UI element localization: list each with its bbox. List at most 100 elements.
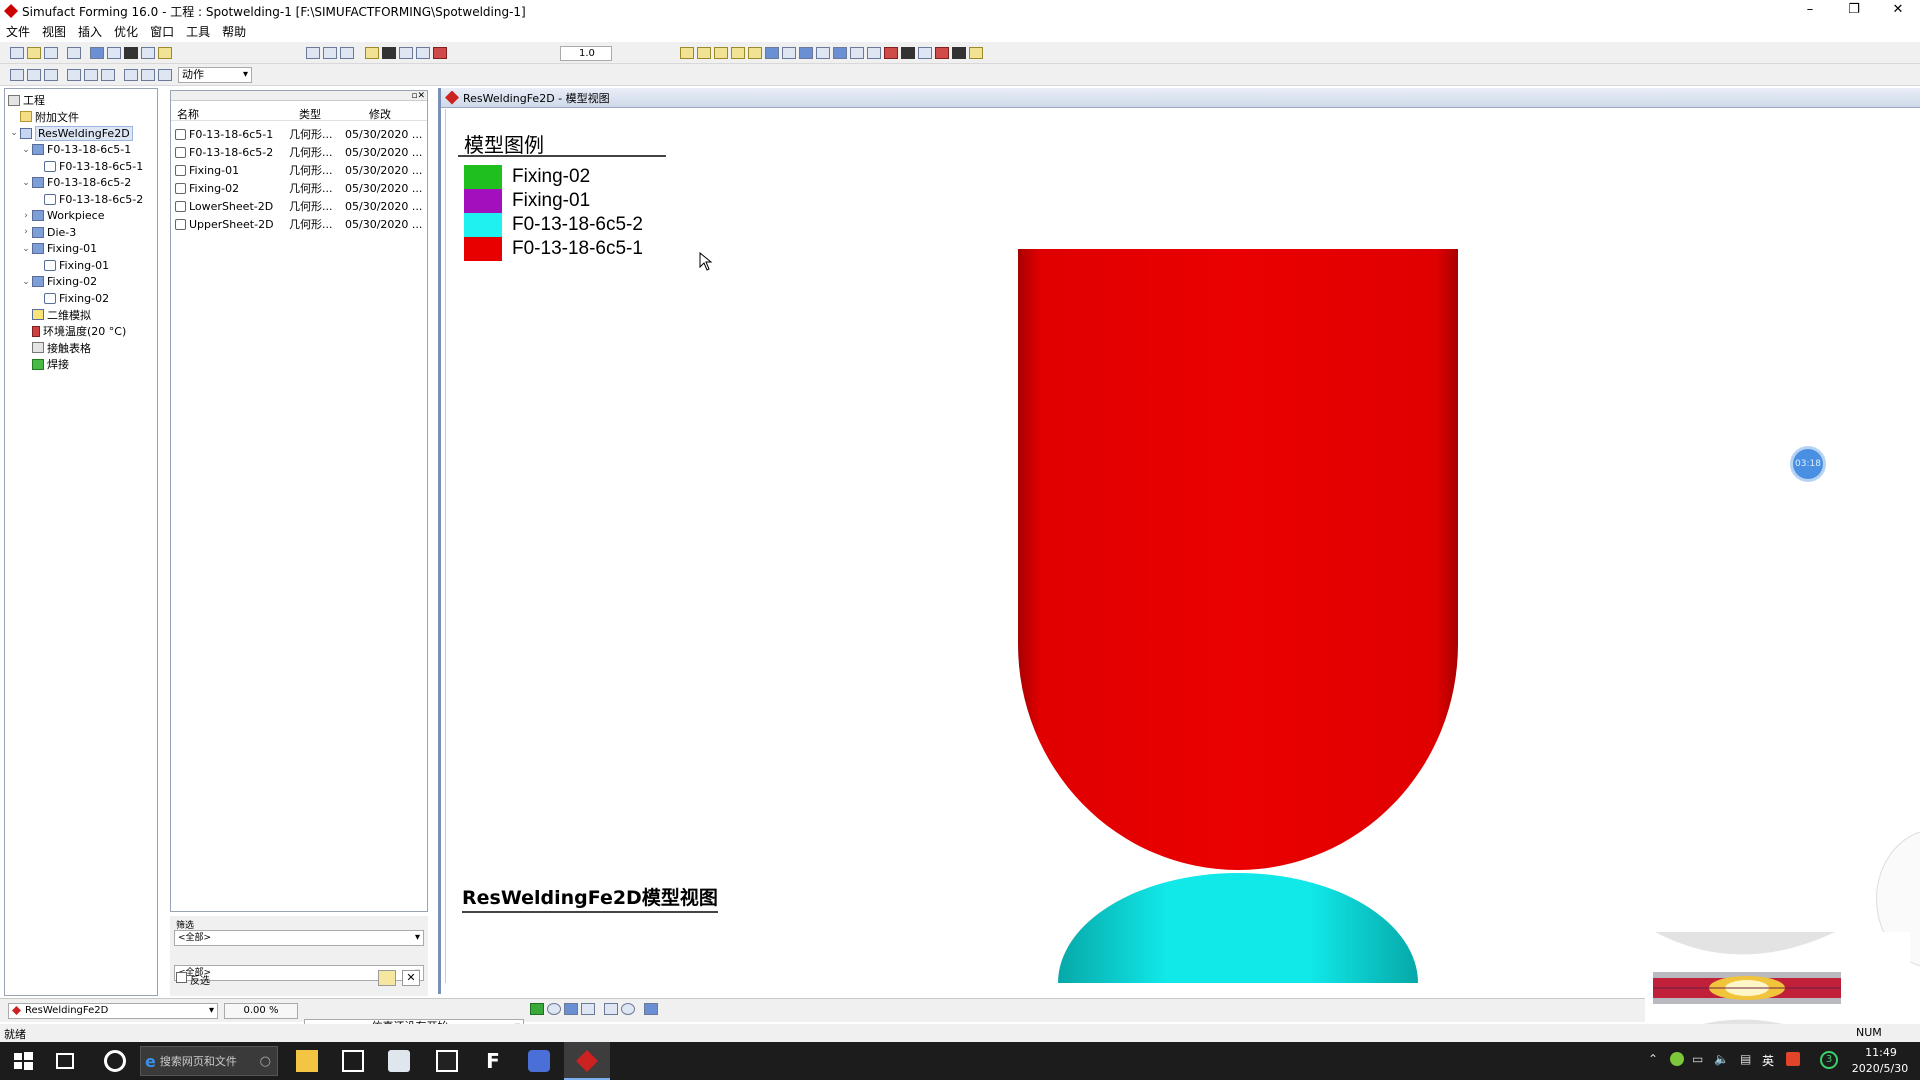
tree-item[interactable]: 附加文件 (9, 109, 79, 125)
mesh-icon[interactable] (416, 47, 430, 59)
group-icon[interactable] (124, 69, 138, 81)
stop-icon[interactable] (433, 47, 447, 59)
tree-item[interactable]: › Die-3 (21, 224, 76, 240)
menu-view[interactable]: 视图 (42, 23, 66, 40)
cut-icon[interactable] (399, 47, 413, 59)
close-button[interactable]: ✕ (1876, 0, 1920, 22)
tray-app-icon[interactable] (1670, 1052, 1684, 1066)
col-modified[interactable]: 修改 (369, 106, 391, 122)
list-view-icon[interactable] (141, 47, 155, 59)
tree-item[interactable]: ⌄ Fixing-02 (21, 274, 97, 290)
fan-app-icon[interactable] (104, 1050, 126, 1072)
menu-file[interactable]: 文件 (6, 23, 30, 40)
ungroup-icon[interactable] (141, 69, 155, 81)
image-icon[interactable] (306, 47, 320, 59)
axis-x-icon[interactable] (680, 47, 694, 59)
menu-insert[interactable]: 插入 (78, 23, 102, 40)
axes-icon[interactable] (918, 47, 932, 59)
tree-root[interactable]: 工程 (7, 92, 45, 108)
model-viewport[interactable]: 模型图例 Fixing-02 Fixing-01 F0-13-18-6c5-2 F0-… (445, 109, 1920, 983)
simufact-taskbar-button[interactable] (564, 1042, 610, 1080)
undo-icon[interactable] (67, 47, 81, 59)
highlight-icon[interactable] (969, 47, 983, 59)
clear-filter-button[interactable]: ✕ (402, 970, 420, 986)
measure-icon[interactable] (867, 47, 881, 59)
tree-item[interactable]: ⌄ Fixing-01 (21, 241, 97, 257)
fit-view-icon[interactable] (833, 47, 847, 59)
save-icon[interactable] (44, 47, 58, 59)
tree-item[interactable]: ⌄ F0-13-18-6c5-1 (21, 142, 131, 158)
filter-select-1[interactable]: <全部> (174, 930, 424, 946)
expand-chevron-icon[interactable]: › (21, 211, 31, 221)
collapse-chevron-icon[interactable]: ⌄ (21, 244, 31, 254)
project-select[interactable]: ResWeldingFe2D (8, 1003, 218, 1019)
menu-tools[interactable]: 工具 (186, 23, 210, 40)
badge-counter[interactable]: 3 (1820, 1051, 1838, 1069)
light-icon[interactable] (782, 47, 796, 59)
zoom-spinbox[interactable]: 1.0 (560, 45, 612, 61)
notification-icon[interactable]: ▤ (1740, 1052, 1751, 1066)
tray-chevron-icon[interactable]: ⌃ (1648, 1052, 1658, 1066)
restore-button[interactable]: ❐ (1832, 0, 1876, 22)
tree-item[interactable]: 环境温度(20 °C) (21, 323, 126, 339)
windows-start-icon[interactable] (12, 1050, 34, 1072)
menu-window[interactable]: 窗口 (150, 23, 174, 40)
sync-icon[interactable] (564, 1003, 578, 1015)
play-icon[interactable] (382, 47, 396, 59)
col-type[interactable]: 类型 (299, 106, 321, 122)
tree-item[interactable]: › Workpiece (21, 208, 104, 224)
app-icon[interactable] (388, 1050, 410, 1072)
list-item[interactable]: Fixing-01 几何形... 05/30/2020 ... (171, 161, 427, 179)
open-icon[interactable] (27, 47, 41, 59)
action-select[interactable]: 动作 (178, 67, 252, 83)
settings-icon[interactable] (850, 47, 864, 59)
axis-z-icon[interactable] (714, 47, 728, 59)
run-icon[interactable] (530, 1003, 544, 1015)
axis-iso-icon[interactable] (731, 47, 745, 59)
step3-icon[interactable] (44, 69, 58, 81)
taskbar-search-box[interactable]: e 搜索网页和文件 ○ (140, 1046, 278, 1076)
tools-icon[interactable] (644, 1003, 658, 1015)
clock-date[interactable]: 2020/5/30 (1848, 1062, 1912, 1075)
calculator-icon[interactable] (436, 1050, 458, 1072)
col-name[interactable]: 名称 (177, 106, 199, 122)
list-item[interactable]: LowerSheet-2D 几何形... 05/30/2020 ... (171, 197, 427, 215)
paste-icon[interactable] (84, 69, 98, 81)
expand-chevron-icon[interactable]: › (21, 227, 31, 237)
chart-icon[interactable] (340, 47, 354, 59)
globe-icon[interactable] (799, 47, 813, 59)
brush-icon[interactable] (604, 1003, 618, 1015)
folder-icon[interactable] (158, 47, 172, 59)
tree-item[interactable]: ⌄ ResWeldingFe2D (9, 125, 133, 141)
minimize-button[interactable]: – (1788, 0, 1832, 22)
rotate-icon[interactable] (765, 47, 779, 59)
task-view-icon[interactable] (56, 1053, 74, 1069)
tree-item[interactable]: 二维模拟 (21, 307, 91, 323)
clock-time[interactable]: 11:49 (1856, 1046, 1906, 1059)
axis-y-icon[interactable] (697, 47, 711, 59)
input-method-icon[interactable] (1786, 1052, 1800, 1066)
model-graphics[interactable] (446, 109, 1920, 983)
list-item[interactable]: Fixing-02 几何形... 05/30/2020 ... (171, 179, 427, 197)
tree-item[interactable]: 接触表格 (21, 340, 91, 356)
render-icon[interactable] (901, 47, 915, 59)
step1-icon[interactable] (10, 69, 24, 81)
target-icon[interactable] (621, 1003, 635, 1015)
list-item[interactable]: F0-13-18-6c5-1 几何形... 05/30/2020 ... (171, 125, 427, 143)
list-item[interactable]: F0-13-18-6c5-2 几何形... 05/30/2020 ... (171, 143, 427, 161)
invert-checkbox[interactable] (176, 972, 187, 983)
arrange-icon[interactable] (158, 69, 172, 81)
menu-help[interactable]: 帮助 (222, 23, 246, 40)
ime-indicator[interactable]: 英 (1762, 1052, 1774, 1069)
tree-item[interactable]: Fixing-01 (33, 257, 109, 273)
f-app-icon[interactable]: F (482, 1050, 504, 1072)
filter-icon[interactable] (90, 47, 104, 59)
duplicate-icon[interactable] (101, 69, 115, 81)
apply-filter-button[interactable] (378, 970, 396, 986)
new-icon[interactable] (10, 47, 24, 59)
clipboard-icon[interactable] (581, 1003, 595, 1015)
store-icon[interactable] (342, 1050, 364, 1072)
menu-optimize[interactable]: 优化 (114, 23, 138, 40)
collapse-chevron-icon[interactable]: ⌄ (21, 277, 31, 287)
tree-item[interactable]: F0-13-18-6c5-1 (33, 158, 143, 174)
